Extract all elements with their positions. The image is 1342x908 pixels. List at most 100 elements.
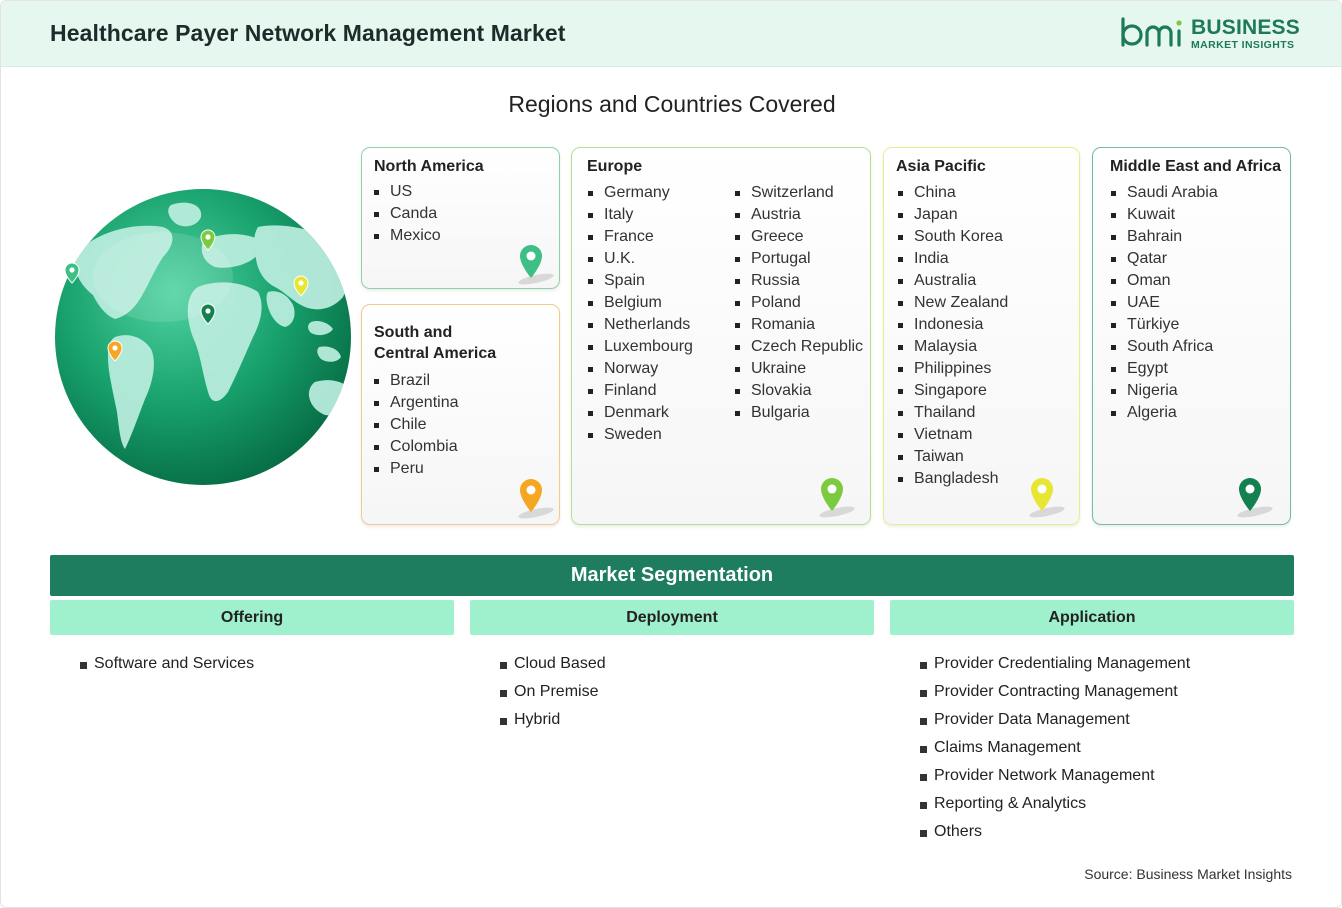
list-item: Mexico — [374, 225, 441, 247]
list-item: New Zealand — [898, 292, 1008, 314]
region-card-asia-pacific: Asia Pacific China Japan South Korea Ind… — [883, 147, 1080, 525]
list-item: China — [898, 182, 1008, 204]
list-item: Nigeria — [1111, 380, 1218, 402]
region-title: North America — [374, 158, 484, 175]
header-banner: Healthcare Payer Network Management Mark… — [1, 1, 1341, 67]
list-item: Bahrain — [1111, 226, 1218, 248]
list-item: Belgium — [588, 292, 693, 314]
map-pin-icon — [1029, 478, 1065, 518]
map-pin-icon — [518, 245, 554, 285]
map-pin-icon — [518, 479, 554, 519]
bmi-logo-icon — [1121, 17, 1182, 47]
regions-title: Regions and Countries Covered — [508, 91, 836, 117]
list-item: Bulgaria — [735, 402, 863, 424]
list-item: Denmark — [588, 402, 693, 424]
list-item: South Africa — [1111, 336, 1218, 358]
list-item: Switzerland — [735, 182, 863, 204]
list-item: Claims Management — [920, 734, 1190, 762]
list-item: Slovakia — [735, 380, 863, 402]
list-item: Reporting & Analytics — [920, 790, 1190, 818]
segment-list-application: Provider Credentialing Management Provid… — [920, 650, 1190, 846]
list-item: Argentina — [374, 392, 459, 414]
region-card-south-central-america: South and Central America Brazil Argenti… — [361, 304, 560, 525]
map-pin-icon — [1237, 478, 1273, 518]
segment-list-offering: Software and Services — [80, 650, 254, 678]
country-list: US Canda Mexico — [374, 181, 441, 247]
list-item: Japan — [898, 204, 1008, 226]
country-list-col2: Switzerland Austria Greece Portugal Russ… — [735, 182, 863, 424]
list-item: Singapore — [898, 380, 1008, 402]
segment-header-application: Application — [890, 600, 1294, 635]
list-item: Greece — [735, 226, 863, 248]
list-item: Netherlands — [588, 314, 693, 336]
logo-business-text: BUSINESS — [1191, 16, 1300, 39]
map-pin-icon — [819, 478, 855, 518]
list-item: France — [588, 226, 693, 248]
region-title-line1: South and — [374, 324, 453, 341]
globe-icon — [53, 187, 353, 487]
list-item: Provider Network Management — [920, 762, 1190, 790]
list-item: Provider Contracting Management — [920, 678, 1190, 706]
list-item: Provider Data Management — [920, 706, 1190, 734]
region-title: Asia Pacific — [896, 158, 986, 175]
list-item: Sweden — [588, 424, 693, 446]
list-item: Saudi Arabia — [1111, 182, 1218, 204]
brand-logo: BUSINESS MARKET INSIGHTS — [1119, 15, 1300, 55]
list-item: Norway — [588, 358, 693, 380]
list-item: Türkiye — [1111, 314, 1218, 336]
list-item: Qatar — [1111, 248, 1218, 270]
list-item: Indonesia — [898, 314, 1008, 336]
list-item: On Premise — [500, 678, 606, 706]
list-item: Malaysia — [898, 336, 1008, 358]
list-item: Bangladesh — [898, 468, 1008, 490]
list-item: Portugal — [735, 248, 863, 270]
segment-header-offering: Offering — [50, 600, 454, 635]
region-title: Europe — [587, 158, 643, 175]
segment-header-deployment: Deployment — [470, 600, 874, 635]
list-item: India — [898, 248, 1008, 270]
region-title-line2: Central America — [374, 345, 497, 362]
list-item: Poland — [735, 292, 863, 314]
list-item: Cloud Based — [500, 650, 606, 678]
source-note: Source: Business Market Insights — [1084, 866, 1292, 882]
segmentation-title: Market Segmentation — [50, 555, 1294, 596]
list-item: Others — [920, 818, 1190, 846]
list-item: Taiwan — [898, 446, 1008, 468]
logo-subtitle-text: MARKET INSIGHTS — [1191, 39, 1295, 51]
list-item: Software and Services — [80, 650, 254, 678]
list-item: U.K. — [588, 248, 693, 270]
list-item: UAE — [1111, 292, 1218, 314]
region-title: South and Central America — [374, 322, 496, 364]
list-item: Peru — [374, 458, 459, 480]
list-item: South Korea — [898, 226, 1008, 248]
list-item: Czech Republic — [735, 336, 863, 358]
list-item: Chile — [374, 414, 459, 436]
list-item: Brazil — [374, 370, 459, 392]
country-list-col1: Germany Italy France U.K. Spain Belgium … — [588, 182, 693, 446]
list-item: Kuwait — [1111, 204, 1218, 226]
list-item: Austria — [735, 204, 863, 226]
segment-list-deployment: Cloud Based On Premise Hybrid — [500, 650, 606, 734]
list-item: Provider Credentialing Management — [920, 650, 1190, 678]
country-list: Brazil Argentina Chile Colombia Peru — [374, 370, 459, 480]
list-item: Australia — [898, 270, 1008, 292]
list-item: Oman — [1111, 270, 1218, 292]
list-item: Finland — [588, 380, 693, 402]
list-item: Philippines — [898, 358, 1008, 380]
list-item: Hybrid — [500, 706, 606, 734]
country-list: China Japan South Korea India Australia … — [898, 182, 1008, 490]
infographic-frame: Healthcare Payer Network Management Mark… — [0, 0, 1342, 908]
list-item: Algeria — [1111, 402, 1218, 424]
list-item: Ukraine — [735, 358, 863, 380]
list-item: Romania — [735, 314, 863, 336]
country-list: Saudi Arabia Kuwait Bahrain Qatar Oman U… — [1111, 182, 1218, 424]
region-title: Middle East and Africa — [1110, 158, 1281, 175]
region-card-north-america: North America US Canda Mexico — [361, 147, 560, 289]
list-item: Egypt — [1111, 358, 1218, 380]
region-card-middle-east-africa: Middle East and Africa Saudi Arabia Kuwa… — [1092, 147, 1291, 525]
list-item: Italy — [588, 204, 693, 226]
region-card-europe: Europe Germany Italy France U.K. Spain B… — [571, 147, 871, 525]
list-item: Germany — [588, 182, 693, 204]
list-item: Luxembourg — [588, 336, 693, 358]
list-item: Colombia — [374, 436, 459, 458]
